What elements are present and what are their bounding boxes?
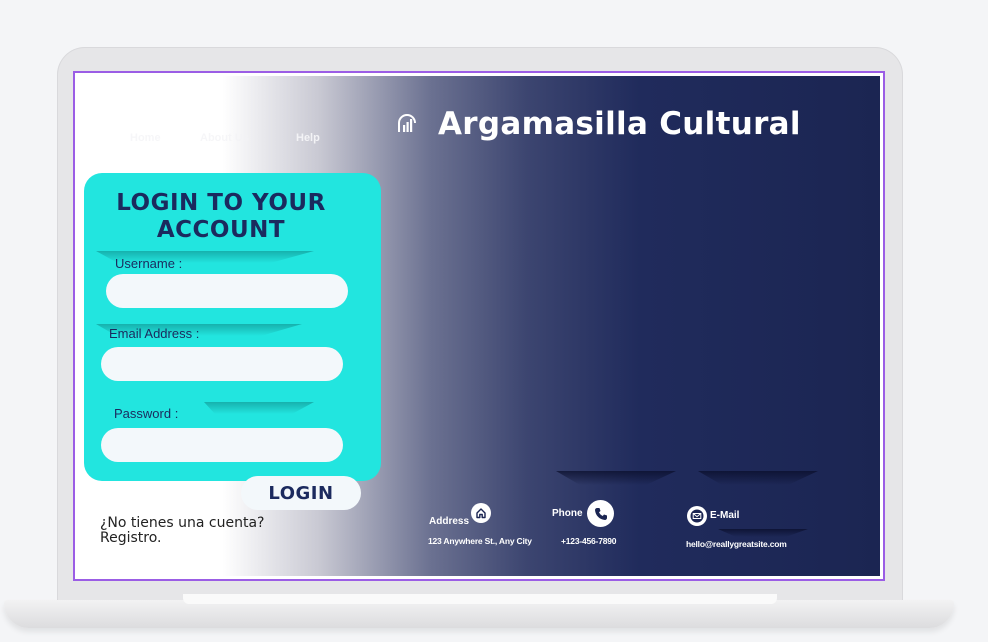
nav-home-link[interactable]: Home	[130, 132, 161, 144]
login-button[interactable]: LOGIN	[241, 476, 361, 510]
phone-icon	[587, 500, 614, 527]
home-icon	[471, 503, 491, 523]
page-background: Home About Us Help Argamasilla Cultural …	[78, 76, 880, 576]
signup-prompt: ¿No tienes una cuenta? Registro.	[100, 516, 264, 546]
address-label: Address	[429, 516, 470, 527]
phone-value: +123-456-7890	[561, 536, 617, 546]
password-label: Password :	[114, 406, 179, 421]
footer-shadow	[556, 471, 676, 485]
username-label: Username :	[115, 256, 183, 271]
email-label: Email Address :	[109, 326, 200, 341]
footer-shadow	[718, 529, 808, 537]
email-label-footer: E-Mail	[710, 510, 740, 521]
email-input[interactable]	[101, 347, 343, 381]
laptop-base	[4, 600, 954, 628]
address-value: 123 Anywhere St., Any City	[428, 536, 532, 546]
password-input[interactable]	[101, 428, 343, 462]
signup-link[interactable]: Registro.	[100, 531, 264, 546]
login-card: LOGIN TO YOUR ACCOUNT Username : Email A…	[84, 173, 381, 481]
nav-about-link[interactable]: About Us	[200, 132, 249, 144]
envelope-icon	[687, 506, 707, 526]
signal-bars-icon	[398, 114, 416, 132]
email-value[interactable]: hello@reallygreatsite.com	[686, 539, 787, 549]
site-title: Argamasilla Cultural	[438, 106, 801, 142]
laptop-notch	[183, 594, 777, 604]
label-shadow	[204, 402, 314, 414]
phone-label: Phone	[552, 508, 583, 519]
laptop-screen: Home About Us Help Argamasilla Cultural …	[73, 71, 885, 581]
username-input[interactable]	[106, 274, 348, 308]
footer-shadow	[698, 471, 818, 485]
login-title: LOGIN TO YOUR ACCOUNT	[116, 190, 326, 243]
nav-help-link[interactable]: Help	[296, 132, 320, 144]
signup-question: ¿No tienes una cuenta?	[100, 515, 265, 531]
